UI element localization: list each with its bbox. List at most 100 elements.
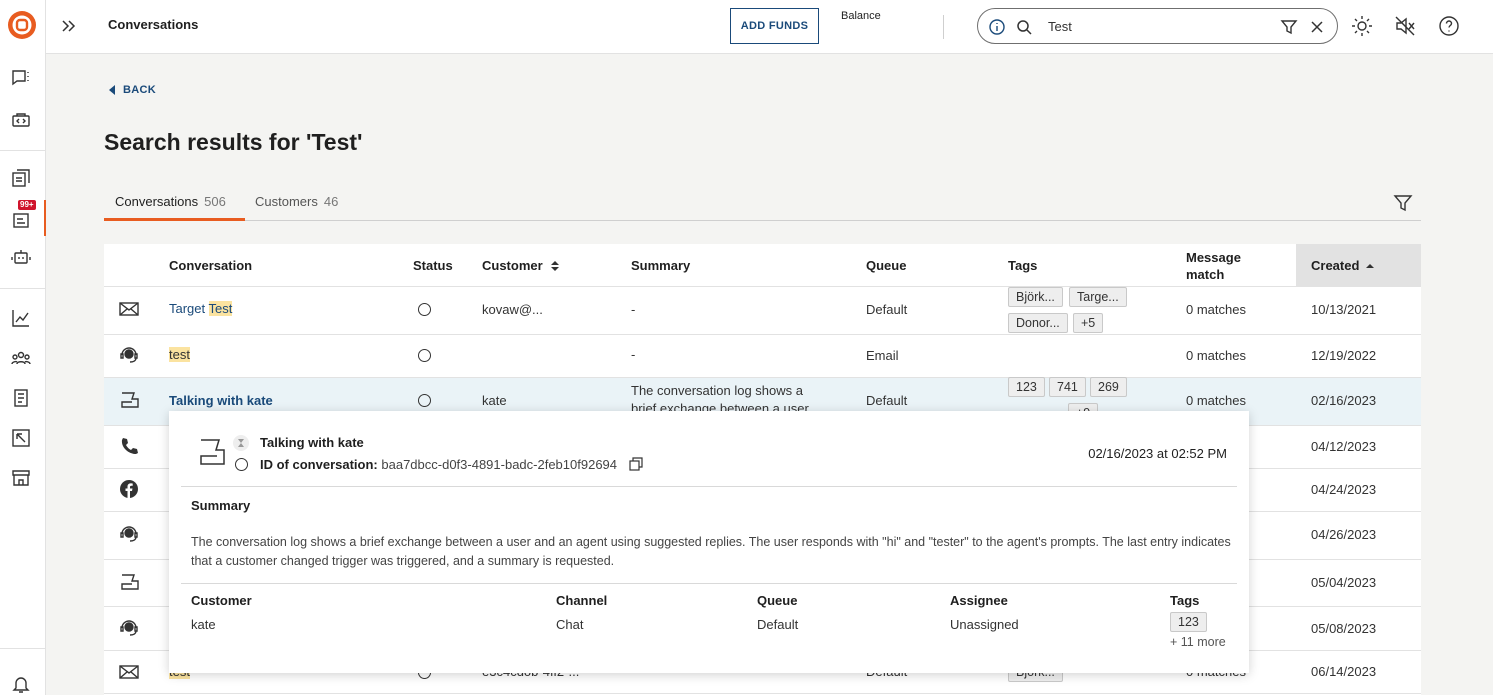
- chat-window-icon: [200, 439, 225, 465]
- col-header-tags: Tags: [1008, 258, 1038, 273]
- conversation-preview-popover: Talking with kate ID of conversation: ba…: [169, 411, 1249, 673]
- tab-customers[interactable]: Customers 46: [255, 194, 338, 209]
- active-tab-underline: [104, 218, 245, 221]
- inbox-nav-icon[interactable]: [10, 208, 32, 230]
- routing-nav-icon[interactable]: [10, 427, 32, 449]
- conversation-link[interactable]: test: [169, 347, 190, 362]
- page-header-title: Conversations: [108, 17, 199, 32]
- queue-cell: Default: [866, 302, 908, 317]
- headset-icon: [118, 523, 140, 545]
- top-bar: Conversations ADD FUNDS Balance Test: [46, 0, 1493, 54]
- app-logo-icon[interactable]: [7, 10, 37, 40]
- match-cell: 0 matches: [1186, 348, 1246, 363]
- add-funds-button[interactable]: ADD FUNDS: [730, 8, 819, 44]
- back-label: BACK: [123, 84, 156, 96]
- channel-label: Channel: [556, 593, 608, 608]
- created-cell: 05/08/2023: [1311, 621, 1377, 636]
- created-cell: 02/16/2023: [1311, 393, 1377, 408]
- analytics-nav-icon[interactable]: [10, 307, 32, 329]
- team-nav-icon[interactable]: [10, 347, 32, 369]
- col-header-created[interactable]: Created: [1311, 244, 1375, 287]
- created-cell: 04/12/2023: [1311, 439, 1377, 454]
- tag-chip: 741: [1049, 377, 1086, 397]
- search-input[interactable]: Test: [1048, 19, 1072, 34]
- customer-cell[interactable]: kovaw@...: [482, 302, 543, 317]
- search-highlight: Test: [208, 301, 233, 316]
- reports-nav-icon[interactable]: [10, 168, 32, 190]
- customer-value: kate: [191, 617, 216, 632]
- help-icon[interactable]: [1438, 15, 1460, 37]
- col-header-created-label: Created: [1311, 258, 1360, 273]
- assignee-value: Unassigned: [950, 617, 1019, 632]
- tag-chip: Björk...: [1008, 287, 1063, 307]
- customer-label: Customer: [191, 593, 252, 608]
- col-header-customer[interactable]: Customer: [482, 244, 560, 287]
- result-tabs: Conversations 506 Customers 46: [104, 186, 1421, 221]
- created-cell: 05/04/2023: [1311, 575, 1377, 590]
- expand-sidebar-icon[interactable]: [60, 16, 78, 36]
- match-cell: 0 matches: [1186, 302, 1246, 317]
- info-icon[interactable]: [988, 18, 1006, 36]
- sort-icon[interactable]: [550, 260, 560, 272]
- sort-asc-icon[interactable]: [1365, 262, 1375, 270]
- tag-more-chip[interactable]: +5: [1073, 313, 1104, 333]
- tag-chip: Targe...: [1069, 287, 1127, 307]
- phone-icon: [118, 435, 140, 457]
- developer-nav-icon[interactable]: [10, 109, 32, 131]
- left-nav-rail: 99+: [0, 0, 46, 695]
- divider: [104, 286, 1421, 287]
- channel-value: Chat: [556, 617, 584, 632]
- divider: [943, 15, 944, 39]
- summary-cell: -: [631, 347, 636, 362]
- page-title: Search results for 'Test': [104, 129, 363, 155]
- store-nav-icon[interactable]: [10, 466, 32, 488]
- notifications-bell-icon[interactable]: [10, 673, 32, 695]
- col-header-conversation: Conversation: [169, 258, 253, 273]
- search-icon: [1017, 20, 1032, 35]
- search-highlight: test: [169, 347, 190, 362]
- knowledge-nav-icon[interactable]: [10, 387, 32, 409]
- col-header-message-match-line1: Message: [1186, 249, 1241, 265]
- conversation-link[interactable]: Target Test: [169, 301, 233, 316]
- global-search-box[interactable]: Test: [977, 8, 1338, 44]
- status-circle-icon: [235, 458, 248, 471]
- search-filter-icon[interactable]: [1280, 18, 1298, 36]
- clear-search-icon[interactable]: [1308, 18, 1326, 36]
- filter-icon[interactable]: [1393, 193, 1413, 213]
- conversation-name: Target: [169, 301, 209, 316]
- envelope-icon: [118, 661, 140, 683]
- theme-toggle-icon[interactable]: [1351, 15, 1373, 37]
- summary-cell: -: [631, 302, 636, 317]
- queue-value: Default: [757, 617, 799, 632]
- balance-label: Balance: [841, 10, 881, 22]
- copy-icon[interactable]: [629, 457, 643, 471]
- match-cell: 0 matches: [1186, 393, 1246, 408]
- popover-datetime: 02/16/2023 at 02:52 PM: [1088, 446, 1227, 461]
- tab-count: 506: [204, 194, 226, 209]
- col-header-status: Status: [413, 258, 453, 273]
- tab-label: Customers: [255, 194, 318, 209]
- customer-cell[interactable]: kate: [482, 393, 507, 408]
- divider: [181, 583, 1237, 584]
- tab-count: 46: [323, 194, 339, 209]
- status-circle-icon: [418, 394, 431, 407]
- queue-cell: Default: [866, 393, 908, 408]
- headset-icon: [118, 617, 140, 639]
- created-cell: 04/24/2023: [1311, 482, 1377, 497]
- conversation-id-label: ID of conversation:: [260, 457, 378, 472]
- hourglass-icon: [233, 435, 249, 451]
- summary-cell-line1: The conversation log shows a: [631, 383, 803, 398]
- tab-conversations[interactable]: Conversations 506: [115, 194, 226, 209]
- col-header-summary: Summary: [631, 258, 691, 273]
- back-link[interactable]: BACK: [109, 84, 156, 96]
- bot-nav-icon[interactable]: [10, 247, 32, 269]
- tag-chip: 123: [1170, 612, 1207, 632]
- queue-label: Queue: [757, 593, 798, 608]
- more-tags-link[interactable]: + 11 more: [1170, 635, 1226, 649]
- conversations-nav-icon[interactable]: [10, 67, 32, 89]
- summary-text: The conversation log shows a brief excha…: [191, 535, 1231, 568]
- envelope-icon: [118, 298, 140, 320]
- tab-label: Conversations: [115, 194, 199, 209]
- mute-icon[interactable]: [1394, 15, 1416, 37]
- conversation-link[interactable]: Talking with kate: [169, 393, 273, 408]
